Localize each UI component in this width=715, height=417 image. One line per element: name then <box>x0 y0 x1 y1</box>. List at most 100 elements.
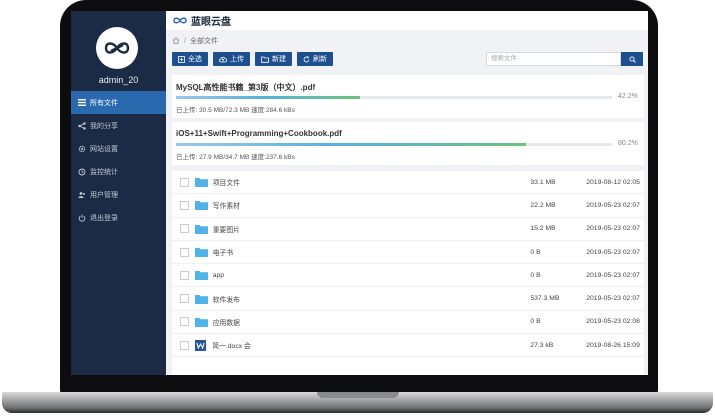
file-size: 0 B <box>530 271 541 279</box>
search-icon <box>628 55 636 63</box>
brand-logo-icon <box>172 12 188 30</box>
row-checkbox[interactable] <box>180 200 189 210</box>
refresh-icon <box>303 55 310 62</box>
folder-icon <box>194 294 208 304</box>
sidebar-item-label: 网站设置 <box>90 145 118 153</box>
row-checkbox[interactable] <box>180 270 189 280</box>
file-date: 2019-05-23 02:08 <box>586 318 640 326</box>
folder-icon <box>194 270 208 281</box>
list-icon <box>77 98 86 107</box>
file-name[interactable]: 电子书 <box>213 247 531 257</box>
users-icon <box>77 190 86 199</box>
file-size: 0 B <box>530 318 541 326</box>
file-date: 2019-05-23 02:07 <box>586 201 640 209</box>
app-screen: admin_20 所有文件 我的分享 网站设置 监控统计 用户管理 退出登录 蓝… <box>71 11 648 375</box>
file-name[interactable]: 简一.docx 会 <box>212 340 530 350</box>
breadcrumb: / 全部文件 <box>172 36 218 46</box>
main-content: 蓝眼云盘 / 全部文件 全选 上传 新建 刷新 搜索文件 MySQL高性能书籍_… <box>166 11 648 375</box>
file-size: 33.1 MB <box>530 178 556 186</box>
row-checkbox[interactable] <box>180 177 189 187</box>
file-row[interactable]: 应用数据 0 B 2019-05-23 02:08 <box>172 311 644 335</box>
file-row[interactable]: 重要图片 15.2 MB 2019-05-23 02:07 <box>172 218 644 241</box>
search-input[interactable]: 搜索文件 <box>486 52 621 66</box>
search-button[interactable] <box>621 52 643 66</box>
folder-icon <box>194 224 208 234</box>
file-row[interactable]: app 0 B 2019-05-23 02:07 <box>172 264 644 288</box>
new-folder-button[interactable]: 新建 <box>255 52 292 66</box>
power-icon <box>77 213 86 222</box>
avatar[interactable] <box>96 27 138 69</box>
sidebar-item-site-settings[interactable]: 网站设置 <box>71 137 166 160</box>
sidebar-item-all-files[interactable]: 所有文件 <box>71 91 166 114</box>
file-date: 2019-05-23 02:07 <box>586 295 640 303</box>
sidebar-item-monitoring[interactable]: 监控统计 <box>71 160 166 183</box>
folder-icon <box>194 317 208 327</box>
cloud-upload-icon <box>219 56 227 62</box>
toolbar: 全选 上传 新建 刷新 <box>172 52 338 66</box>
username: admin_20 <box>98 75 139 85</box>
gear-icon <box>77 144 86 153</box>
upload-progress-bar <box>176 96 612 99</box>
breadcrumb-current[interactable]: 全部文件 <box>190 36 218 46</box>
brand-name: 蓝眼云盘 <box>191 17 231 28</box>
file-name[interactable]: 重要图片 <box>213 224 531 234</box>
sidebar-item-logout[interactable]: 退出登录 <box>71 206 166 229</box>
file-size: 537.3 MB <box>530 295 560 303</box>
laptop-notch <box>317 392 399 398</box>
monitor-icon <box>77 167 86 176</box>
sidebar-item-label: 我的分享 <box>90 122 118 130</box>
folder-icon <box>194 200 208 211</box>
folder-icon <box>261 56 269 63</box>
row-checkbox[interactable] <box>180 317 189 327</box>
file-size: 15.2 MB <box>530 225 556 233</box>
upload-percent: 42.2% <box>618 93 638 100</box>
sidebar-item-label: 所有文件 <box>90 99 118 107</box>
home-icon[interactable] <box>172 36 180 46</box>
file-date: 2019-08-26 15:09 <box>586 341 640 349</box>
file-size: 0 B <box>530 248 541 256</box>
upload-task-card: iOS+11+Swift+Programming+Cookbook.pdf 80… <box>172 122 644 165</box>
file-name[interactable]: 项目文件 <box>213 177 531 187</box>
file-row[interactable]: 软件发布 537.3 MB 2019-05-23 02:07 <box>172 287 644 311</box>
sidebar-item-label: 退出登录 <box>90 214 118 222</box>
upload-task-card: MySQL高性能书籍_第3版（中文）.pdf 42.2% 已上传: 30.5 M… <box>172 75 644 118</box>
breadcrumb-separator: / <box>184 37 186 45</box>
sidebar-nav: 所有文件 我的分享 网站设置 监控统计 用户管理 退出登录 <box>71 91 166 229</box>
upload-button[interactable]: 上传 <box>213 52 250 66</box>
row-checkbox[interactable] <box>180 340 189 350</box>
brand-logo-icon <box>104 42 130 54</box>
share-icon <box>77 121 86 130</box>
folder-icon <box>194 247 208 258</box>
sidebar-item-my-shares[interactable]: 我的分享 <box>71 114 166 137</box>
row-checkbox[interactable] <box>180 247 189 257</box>
file-list: 项目文件 33.1 MB 2019-08-12 02:05 写作素材 22.2 … <box>172 171 644 375</box>
plus-square-icon <box>178 55 185 63</box>
file-name[interactable]: app <box>213 272 531 279</box>
file-name[interactable]: 应用数据 <box>213 317 531 327</box>
upload-file-name: MySQL高性能书籍_第3版（中文）.pdf <box>176 83 316 92</box>
sidebar-item-label: 监控统计 <box>90 168 118 176</box>
upload-progress-bar <box>176 143 612 146</box>
sidebar: admin_20 所有文件 我的分享 网站设置 监控统计 用户管理 退出登录 <box>71 11 166 375</box>
upload-stats: 已上传: 27.9 MB/34.7 MB 速度:237.6 kBs <box>176 154 295 161</box>
sidebar-item-user-management[interactable]: 用户管理 <box>71 183 166 206</box>
file-name[interactable]: 软件发布 <box>213 294 531 304</box>
upload-file-name: iOS+11+Swift+Programming+Cookbook.pdf <box>176 129 342 138</box>
sidebar-item-label: 用户管理 <box>90 191 118 199</box>
file-date: 2019-08-12 02:05 <box>586 178 640 186</box>
file-row[interactable]: 电子书 0 B 2019-05-23 02:07 <box>172 241 644 265</box>
folder-icon <box>194 177 208 188</box>
file-date: 2019-05-23 02:07 <box>586 271 640 279</box>
word-doc-icon <box>194 339 208 351</box>
file-row[interactable]: 写作素材 22.2 MB 2019-05-23 02:07 <box>172 194 644 218</box>
file-row[interactable]: 项目文件 33.1 MB 2019-08-12 02:05 <box>172 171 644 195</box>
row-checkbox[interactable] <box>180 294 189 304</box>
row-checkbox[interactable] <box>180 224 189 234</box>
refresh-button[interactable]: 刷新 <box>297 52 333 66</box>
select-all-button[interactable]: 全选 <box>172 52 208 66</box>
file-row[interactable]: 简一.docx 会 27.3 kB 2019-08-26 15:09 <box>172 334 644 358</box>
file-date: 2019-05-23 02:07 <box>586 248 640 256</box>
file-name[interactable]: 写作素材 <box>213 200 531 210</box>
upload-percent: 80.2% <box>618 140 638 147</box>
topbar: 蓝眼云盘 <box>166 11 648 30</box>
